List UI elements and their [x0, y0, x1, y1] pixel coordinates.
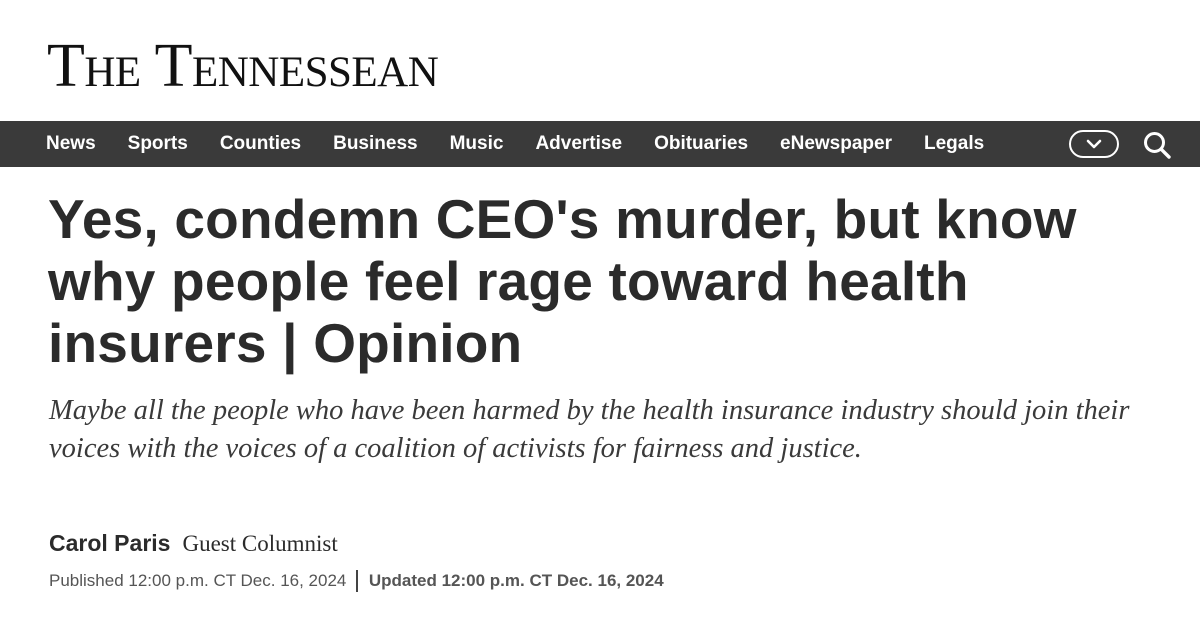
- search-icon: [1144, 132, 1171, 159]
- dateline: Published 12:00 p.m. CT Dec. 16, 2024 Up…: [49, 570, 664, 592]
- nav-item-news[interactable]: News: [46, 121, 96, 167]
- site-logo[interactable]: The Tennessean: [47, 30, 439, 102]
- nav-item-counties[interactable]: Counties: [220, 121, 301, 167]
- dateline-divider: [356, 570, 358, 592]
- byline: Carol Paris Guest Columnist: [49, 530, 338, 557]
- nav-item-music[interactable]: Music: [450, 121, 504, 167]
- chevron-down-icon: [1086, 139, 1102, 149]
- masthead: The Tennessean: [0, 0, 1200, 121]
- search-button[interactable]: [1142, 130, 1174, 160]
- article-headline: Yes, condemn CEO's murder, but know why …: [48, 188, 1077, 374]
- nav-item-obituaries[interactable]: Obituaries: [654, 121, 748, 167]
- nav-list: News Sports Counties Business Music Adve…: [0, 121, 1016, 167]
- main-navigation: News Sports Counties Business Music Adve…: [0, 121, 1200, 167]
- nav-item-business[interactable]: Business: [333, 121, 417, 167]
- nav-item-enewspaper[interactable]: eNewspaper: [780, 121, 892, 167]
- nav-item-advertise[interactable]: Advertise: [535, 121, 622, 167]
- article-summary: Maybe all the people who have been harme…: [49, 395, 1130, 464]
- nav-item-sports[interactable]: Sports: [128, 121, 188, 167]
- author-title: Guest Columnist: [182, 531, 338, 556]
- more-menu-button[interactable]: [1069, 130, 1119, 158]
- updated-date: Updated 12:00 p.m. CT Dec. 16, 2024: [368, 571, 664, 590]
- article-page: The Tennessean News Sports Counties Busi…: [0, 0, 1200, 639]
- author-name[interactable]: Carol Paris: [49, 530, 170, 557]
- nav-item-legals[interactable]: Legals: [924, 121, 984, 167]
- published-date: Published 12:00 p.m. CT Dec. 16, 2024: [49, 571, 347, 590]
